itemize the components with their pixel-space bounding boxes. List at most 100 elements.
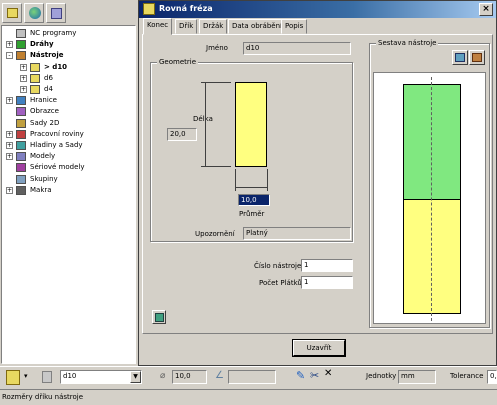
close-icon[interactable]: ×	[479, 3, 493, 16]
expand-icon[interactable]: +	[6, 153, 13, 161]
tree-item[interactable]: Skupiny	[2, 174, 135, 185]
assembly-view-button[interactable]	[452, 50, 468, 65]
tree-item[interactable]: + Dráhy	[2, 39, 135, 50]
tolerance-label: Tolerance	[450, 372, 484, 380]
tool-assembly-group: Sestava nástroje	[369, 39, 490, 328]
length-dimension-bottom	[201, 166, 231, 167]
tree-item[interactable]: + Hladiny a Sady	[2, 140, 135, 151]
pencil-icon[interactable]: ✎	[296, 369, 305, 382]
tool-assembly-label: Sestava nástroje	[376, 39, 439, 47]
tree-item-label: d6	[44, 73, 53, 82]
tool-icon	[143, 3, 155, 15]
tool-select[interactable]: d10 ▼	[60, 370, 142, 384]
tree-item[interactable]: + d4	[2, 84, 135, 95]
tree-item-label: Obrazce	[30, 107, 59, 116]
close-button[interactable]: Uzavřít	[293, 340, 345, 356]
dialog-title: Rovná fréza	[159, 4, 213, 13]
bottom-toolbar: ▾ d10 ▼ ⌀ 10,0 ∠ ✎ ✂ ✕ Jednotky mm Toler…	[0, 366, 497, 388]
flutes-label: Počet Plátků	[259, 279, 302, 287]
tip-radius-icon: ∠	[215, 370, 224, 381]
expand-icon[interactable]: +	[6, 41, 13, 49]
geometry-group: Geometrie Délka 20,0 10,0 Průměr	[150, 58, 353, 242]
tree-item[interactable]: Sady 2D	[2, 118, 135, 129]
tool-x-icon[interactable]: ✂	[310, 369, 319, 382]
explorer-view-button[interactable]	[2, 3, 22, 23]
expand-icon[interactable]: +	[20, 74, 27, 82]
macros-icon	[16, 185, 26, 195]
explorer-tree[interactable]: NC programy + Dráhy - Nástroje + > d10 + d6 + d4 + H…	[1, 25, 136, 364]
tool-number-label: Číslo nástroje	[254, 262, 302, 270]
tree-item-label: Makra	[30, 185, 52, 194]
tree-item-label: Pracovní roviny	[30, 129, 84, 138]
assembly-copy-button[interactable]	[469, 50, 485, 65]
flutes-field[interactable]: 1	[301, 276, 353, 289]
length-dimension-line	[205, 82, 206, 167]
explorer-toolbar	[2, 3, 136, 25]
folder-icon	[7, 8, 18, 18]
tools-icon	[16, 51, 26, 61]
tool-number-field[interactable]: 1	[301, 259, 353, 272]
expand-icon[interactable]: +	[6, 142, 13, 149]
tab-data-obrabeni[interactable]: Data obrábění	[228, 19, 286, 34]
status-bar: Rozměry dříku nástroje	[0, 389, 497, 405]
levels-sets-icon	[16, 141, 26, 150]
status-text: Rozměry dříku nástroje	[2, 393, 84, 401]
delete-icon[interactable]: ✕	[324, 368, 332, 379]
tree-item[interactable]: + Pracovní roviny	[2, 129, 135, 140]
expand-icon[interactable]: +	[20, 86, 27, 93]
globe-button[interactable]	[24, 3, 44, 23]
toolbox-icon	[51, 8, 62, 19]
length-field[interactable]: 20,0	[167, 128, 197, 141]
tab-popis[interactable]: Popis	[281, 19, 308, 34]
tree-item-label: Dráhy	[30, 40, 54, 49]
assembly-tip-shape	[403, 199, 461, 314]
tool-detail-icon[interactable]	[42, 371, 52, 383]
tree-item-label: Skupiny	[30, 174, 58, 183]
warning-label: Upozornění	[195, 230, 235, 238]
diameter-field[interactable]: 10,0	[238, 194, 270, 206]
tree-item[interactable]: + d6	[2, 73, 135, 84]
explorer-panel: NC programy + Dráhy - Nástroje + > d10 + d6 + d4 + H…	[0, 0, 138, 366]
tree-item-label: Sady 2D	[30, 118, 60, 127]
tree-item[interactable]: + Makra	[2, 185, 135, 196]
tool-library-button[interactable]	[152, 310, 166, 324]
tree-item[interactable]: - Nástroje	[2, 50, 135, 61]
sets-2d-icon	[16, 118, 26, 128]
expand-icon[interactable]: +	[6, 186, 13, 194]
expand-icon[interactable]: +	[6, 130, 13, 138]
tolerance-field[interactable]: 0,	[487, 370, 497, 384]
tree-item-label: NC programy	[30, 29, 77, 37]
chevron-down-icon[interactable]: ▼	[130, 371, 141, 383]
dialog-titlebar[interactable]: Rovná fréza ×	[139, 1, 496, 18]
tree-item-label: Sériové modely	[30, 163, 85, 172]
expand-icon[interactable]: +	[6, 97, 13, 105]
tree-item-label: Modely	[30, 152, 56, 161]
tool-type-dropdown-icon[interactable]: ▾	[24, 372, 28, 380]
collapse-icon[interactable]: -	[6, 52, 13, 60]
tree-item[interactable]: + > d10	[2, 62, 135, 73]
tree-item[interactable]: Sériové modely	[2, 162, 135, 173]
tree-item[interactable]: + Modely	[2, 151, 135, 162]
tab-drik[interactable]: Dřík	[175, 19, 198, 34]
tool-tip-drawing	[235, 82, 267, 167]
diameter-dimension-right	[267, 169, 268, 191]
patterns-icon	[16, 107, 26, 117]
tree-item-label: Nástroje	[30, 51, 64, 60]
tab-drzak[interactable]: Držák	[199, 19, 228, 34]
stock-models-icon	[16, 163, 26, 173]
workplanes-icon	[16, 129, 26, 139]
tool-dialog: Rovná fréza × Konec Dřík Držák Data obrá…	[138, 0, 497, 366]
tree-item[interactable]: + Hranice	[2, 95, 135, 106]
tree-item[interactable]: Obrazce	[2, 106, 135, 117]
assembly-axis	[431, 77, 432, 321]
tree-item-label: Hranice	[30, 96, 57, 105]
toolbox-button[interactable]	[46, 3, 66, 23]
expand-icon[interactable]: +	[20, 63, 27, 71]
tree-item-label: Hladiny a Sady	[30, 141, 83, 149]
tool-type-icon[interactable]	[6, 370, 20, 385]
diameter-label: Průměr	[239, 210, 265, 218]
tree-item-label: d4	[44, 85, 53, 93]
tree-item[interactable]: NC programy	[2, 28, 135, 39]
tab-konec[interactable]: Konec	[143, 18, 173, 35]
name-label: Jméno	[206, 44, 228, 52]
